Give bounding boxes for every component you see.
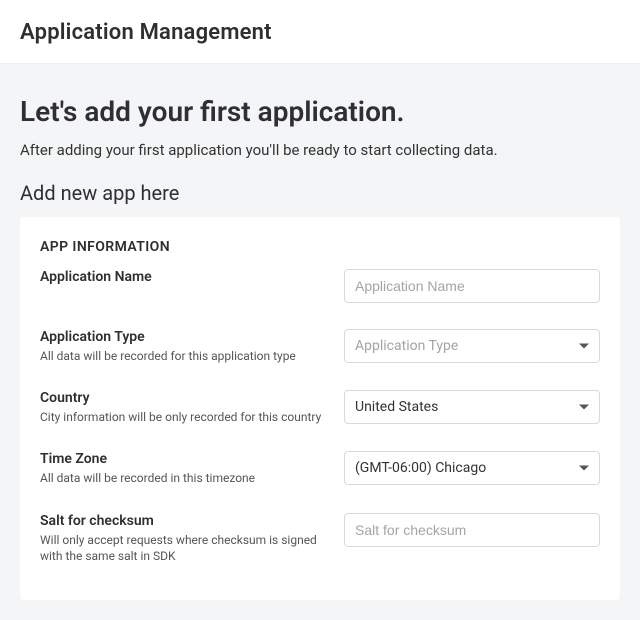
hint-timezone: All data will be recorded in this timezo… bbox=[40, 470, 330, 486]
onboarding-headline: Let's add your first application. bbox=[20, 94, 620, 129]
app-info-card: APP INFORMATION Application Name Applica… bbox=[20, 217, 620, 600]
card-heading: APP INFORMATION bbox=[40, 239, 600, 255]
timezone-select-value: (GMT-06:00) Chicago bbox=[355, 460, 486, 476]
chevron-down-icon bbox=[579, 344, 589, 349]
timezone-select[interactable]: (GMT-06:00) Chicago bbox=[344, 451, 600, 485]
app-type-select-value: Application Type bbox=[355, 338, 458, 354]
add-app-section-title: Add new app here bbox=[20, 181, 620, 205]
label-salt: Salt for checksum bbox=[40, 513, 330, 529]
label-app-type: Application Type bbox=[40, 329, 330, 345]
label-app-name: Application Name bbox=[40, 269, 330, 285]
hint-country: City information will be only recorded f… bbox=[40, 409, 330, 425]
field-row-app-name: Application Name bbox=[40, 269, 600, 303]
chevron-down-icon bbox=[579, 466, 589, 471]
onboarding-subtext: After adding your first application you'… bbox=[20, 141, 620, 159]
label-country: Country bbox=[40, 390, 330, 406]
field-row-app-type: Application Type All data will be record… bbox=[40, 329, 600, 364]
field-row-timezone: Time Zone All data will be recorded in t… bbox=[40, 451, 600, 486]
app-name-input[interactable] bbox=[344, 269, 600, 303]
app-type-select[interactable]: Application Type bbox=[344, 329, 600, 363]
field-row-salt: Salt for checksum Will only accept reque… bbox=[40, 513, 600, 564]
content-area: Let's add your first application. After … bbox=[0, 63, 640, 620]
country-select-value: United States bbox=[355, 399, 438, 415]
country-select[interactable]: United States bbox=[344, 390, 600, 424]
page-header: Application Management bbox=[0, 0, 640, 63]
field-row-country: Country City information will be only re… bbox=[40, 390, 600, 425]
chevron-down-icon bbox=[579, 405, 589, 410]
hint-salt: Will only accept requests where checksum… bbox=[40, 532, 330, 564]
hint-app-type: All data will be recorded for this appli… bbox=[40, 348, 330, 364]
salt-input[interactable] bbox=[344, 513, 600, 547]
label-timezone: Time Zone bbox=[40, 451, 330, 467]
page-title: Application Management bbox=[20, 20, 620, 45]
